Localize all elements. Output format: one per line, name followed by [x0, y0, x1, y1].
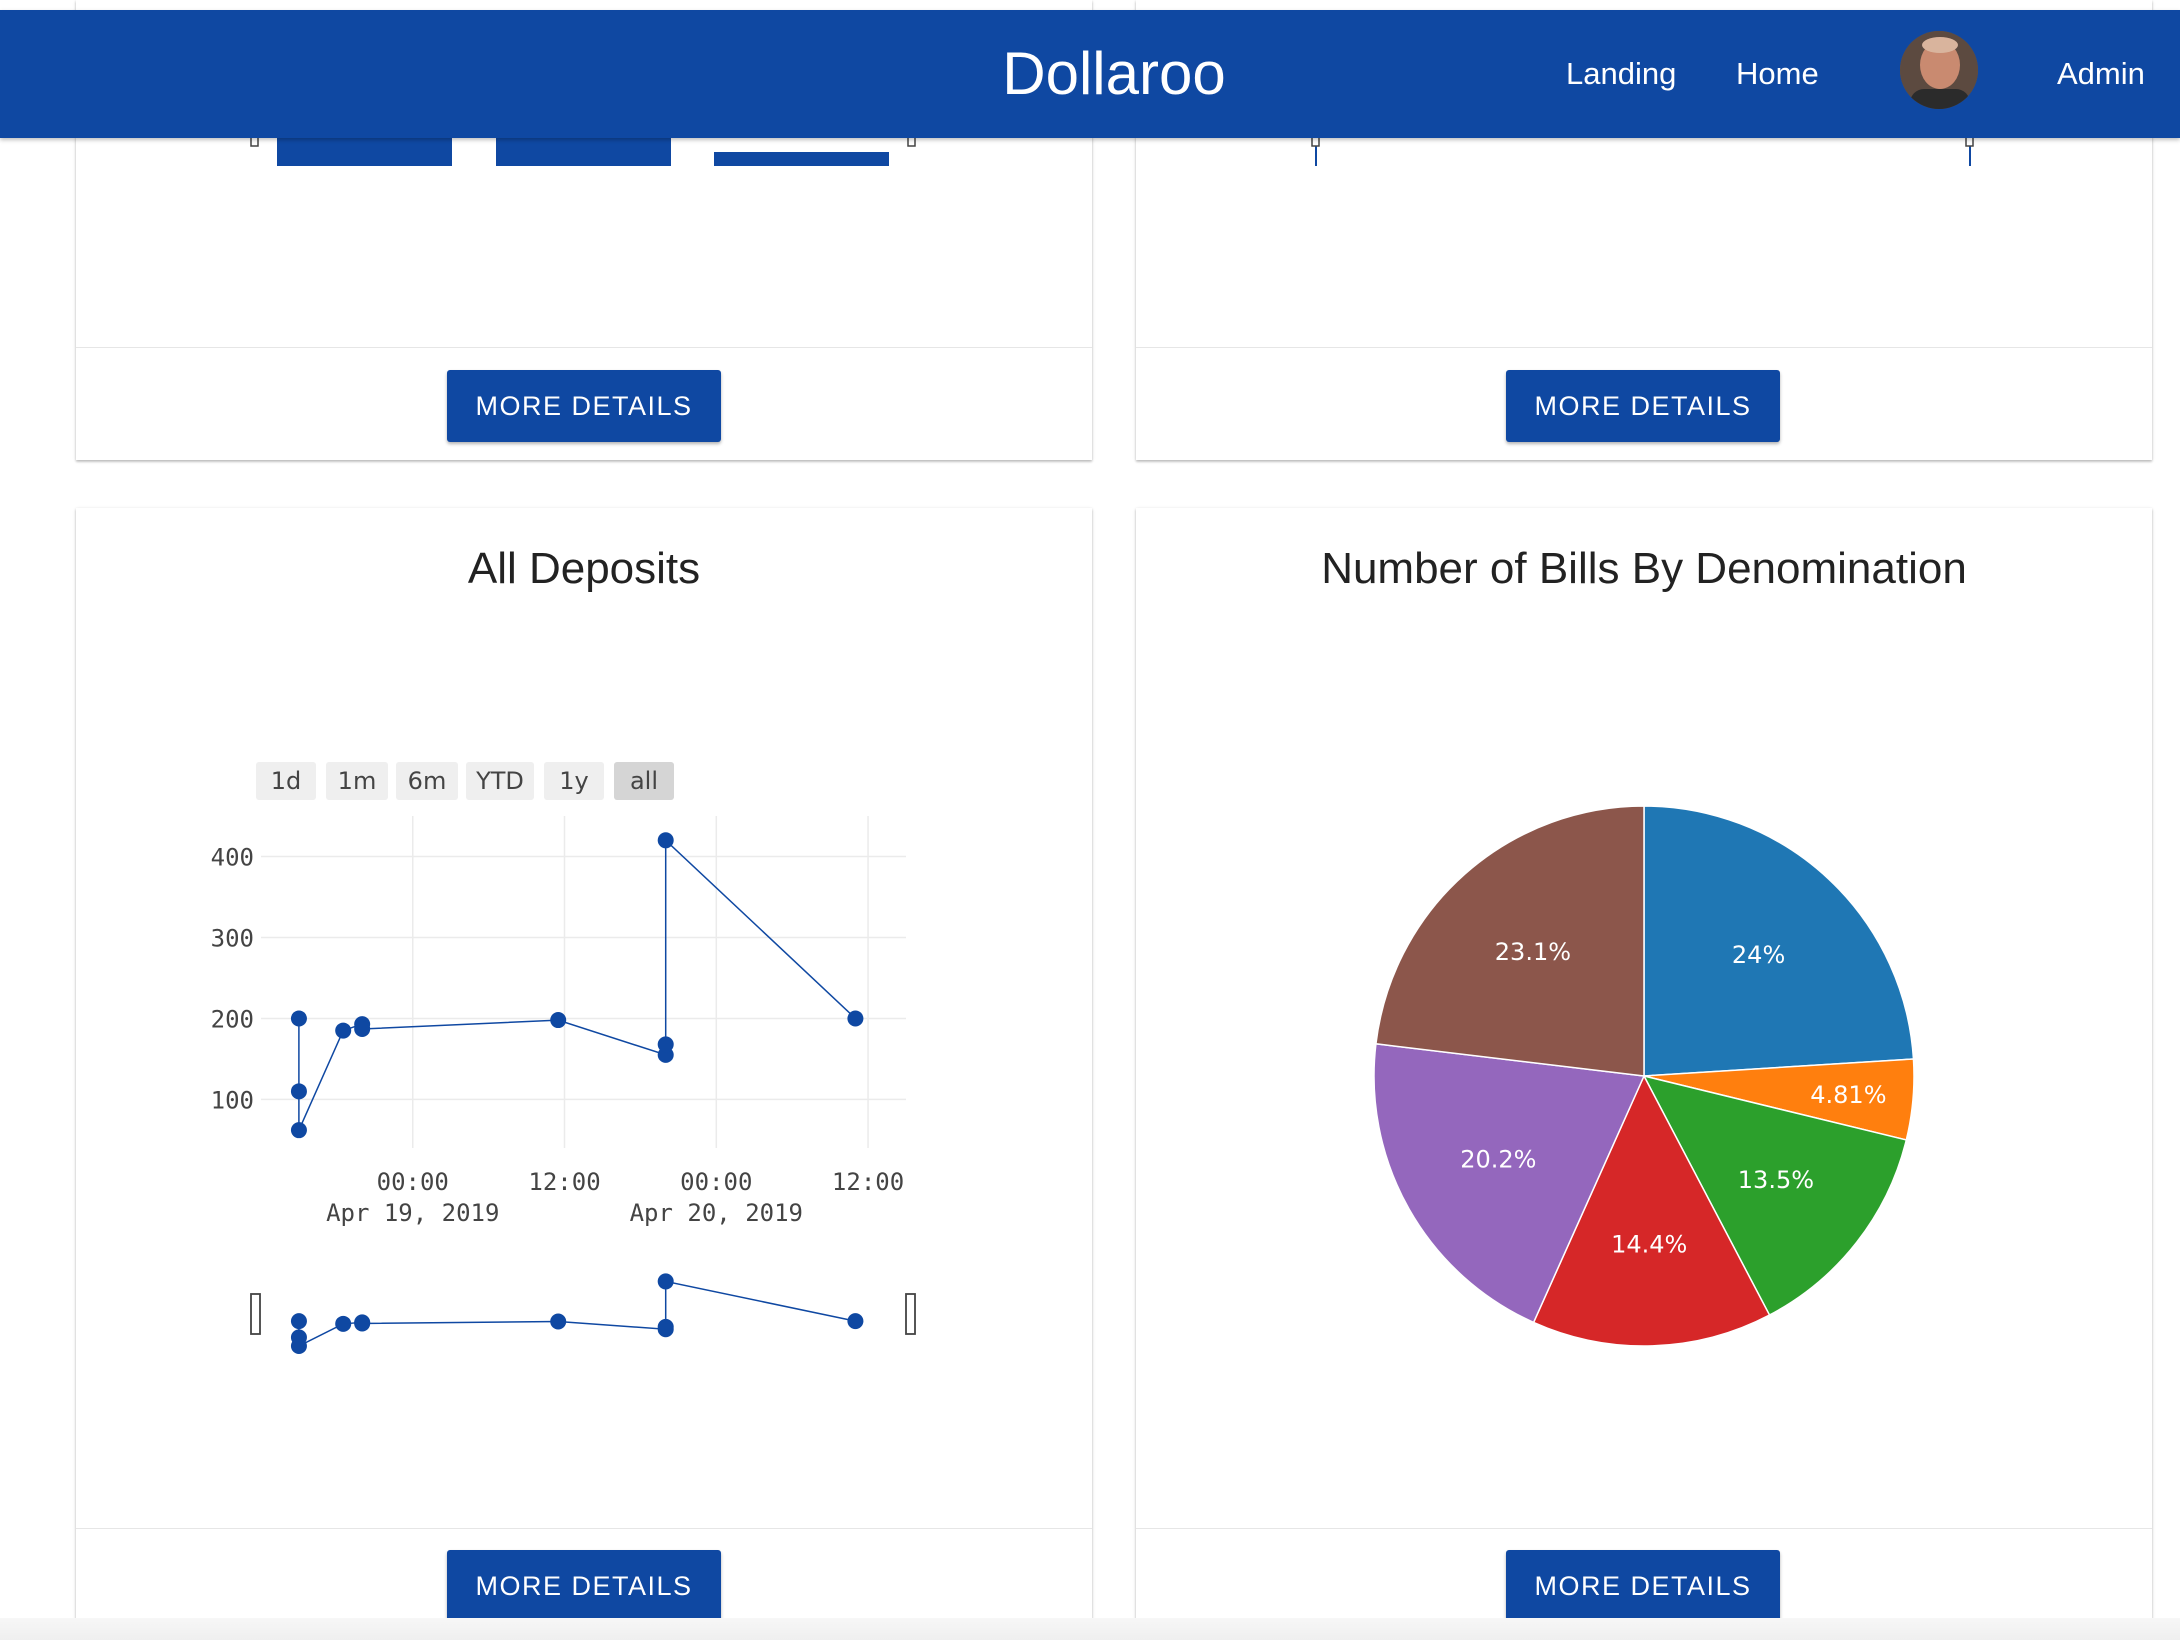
more-details-button[interactable]: MORE DETAILS	[447, 370, 721, 442]
range-slider-point	[657, 1318, 674, 1335]
nav-home[interactable]: Home	[1736, 10, 1819, 138]
user-avatar-icon	[1900, 31, 1978, 109]
range-button-1d[interactable]: 1d	[256, 762, 316, 800]
card-divider	[1136, 347, 2152, 348]
range-slider-line	[298, 1280, 856, 1348]
range-slider-point	[335, 1315, 352, 1332]
range-selector: 1d 1m 6m YTD 1y all	[256, 762, 706, 800]
data-point[interactable]	[290, 1010, 307, 1027]
data-point[interactable]	[550, 1012, 567, 1029]
more-details-button[interactable]: MORE DETAILS	[447, 1550, 721, 1622]
nav-admin[interactable]: Admin	[2057, 10, 2145, 138]
range-slider-point	[290, 1313, 307, 1330]
y-tick-label: 300	[211, 924, 254, 952]
data-point[interactable]	[354, 1020, 371, 1037]
range-slider-point	[290, 1338, 307, 1355]
y-tick-label: 400	[211, 843, 254, 871]
avatar[interactable]	[1900, 31, 1978, 109]
card-divider	[1136, 1528, 2152, 1529]
range-button-6m[interactable]: 6m	[396, 762, 458, 800]
pie-slice-label: 13.5%	[1738, 1166, 1814, 1194]
card-divider	[76, 347, 1092, 348]
range-button-ytd[interactable]: YTD	[466, 762, 534, 800]
page-bottom-edge	[0, 1618, 2180, 1640]
range-slider-handle-right[interactable]	[905, 1293, 916, 1335]
range-button-all[interactable]: all	[614, 762, 674, 800]
range-button-1m[interactable]: 1m	[326, 762, 388, 800]
pie-slice-label: 24%	[1732, 941, 1785, 969]
pie-slice-label: 20.2%	[1460, 1145, 1536, 1173]
card-bills-by-denomination: Number of Bills By Denomination 24% 4.81%…	[1136, 508, 2152, 1640]
app-bar: Dollaroo Landing Home Admin	[0, 10, 2180, 138]
x-tick-label: 00:00	[377, 1168, 449, 1196]
card-title: All Deposits	[467, 544, 701, 593]
range-slider-point	[354, 1315, 371, 1332]
range-button-1y[interactable]: 1y	[544, 762, 604, 800]
more-details-button[interactable]: MORE DETAILS	[1506, 370, 1780, 442]
deposits-line-chart[interactable]: 100 200 300 400 00:00 Apr 19, 2019 12:00 00:00…	[76, 798, 1092, 1358]
y-tick-label: 100	[211, 1086, 254, 1114]
pie-slice-label: 4.81%	[1810, 1081, 1886, 1109]
more-details-button[interactable]: MORE DETAILS	[1506, 1550, 1780, 1622]
x-tick-date-label: Apr 20, 2019	[630, 1199, 803, 1227]
range-slider-point	[550, 1313, 567, 1330]
data-point[interactable]	[847, 1010, 864, 1027]
range-slider-point	[657, 1273, 674, 1290]
series-line	[298, 838, 856, 1131]
card-all-deposits: All Deposits 1d 1m 6m YTD 1y all 100 200 3…	[76, 508, 1092, 1640]
app-title: Dollaroo	[1002, 40, 1226, 107]
chart-bar	[714, 152, 889, 166]
x-tick-date-label: Apr 19, 2019	[326, 1199, 499, 1227]
nav-landing[interactable]: Landing	[1566, 10, 1676, 138]
pie-slice-label: 23.1%	[1495, 938, 1571, 966]
data-point[interactable]	[657, 832, 674, 849]
pie-slice-label: 14.4%	[1611, 1230, 1687, 1258]
x-tick-label: 12:00	[528, 1168, 600, 1196]
x-tick-label: 12:00	[832, 1168, 904, 1196]
data-point[interactable]	[290, 1122, 307, 1139]
range-slider-point	[847, 1313, 864, 1330]
data-point[interactable]	[335, 1022, 352, 1039]
x-tick-label: 00:00	[680, 1168, 752, 1196]
bills-pie-chart[interactable]: 24% 4.81% 13.5% 14.4% 20.2% 23.1%	[1136, 508, 2152, 1508]
range-slider-handle-left[interactable]	[250, 1293, 261, 1335]
card-divider	[76, 1528, 1092, 1529]
data-point[interactable]	[290, 1083, 307, 1100]
data-point[interactable]	[657, 1036, 674, 1053]
y-tick-label: 200	[211, 1005, 254, 1033]
